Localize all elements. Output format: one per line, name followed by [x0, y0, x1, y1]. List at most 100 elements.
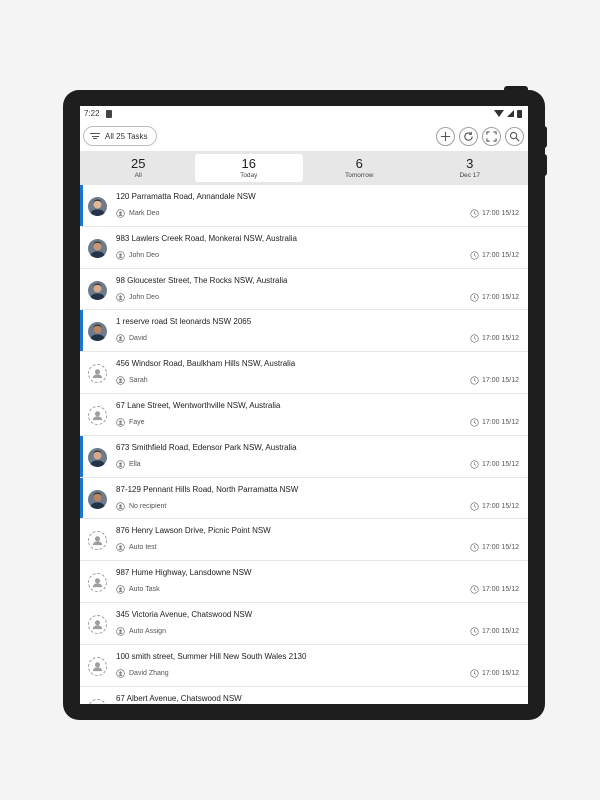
refresh-icon — [464, 131, 473, 141]
person-icon — [116, 669, 125, 678]
task-due: 17:00 15/12 — [470, 209, 519, 218]
person-icon — [116, 543, 125, 553]
due-time: 17:00 15/12 — [482, 210, 519, 217]
task-row[interactable]: 1 reserve road St leonards NSW 2065 Davi… — [80, 310, 528, 353]
sd-card-icon — [105, 109, 112, 118]
task-address: 87-129 Pennant Hills Road, North Parrama… — [116, 484, 299, 494]
person-placeholder-icon — [92, 369, 103, 379]
due-time: 17:00 15/12 — [482, 502, 519, 510]
task-recipient: Mark Deo — [116, 209, 159, 218]
recipient-avatar — [88, 322, 107, 342]
task-address: 98 Gloucester Street, The Rocks NSW, Aus… — [116, 275, 288, 285]
task-address: 120 Parramatta Road, Annandale NSW — [116, 192, 256, 201]
empty-avatar — [88, 405, 107, 425]
task-row[interactable]: 98 Gloucester Street, The Rocks NSW, Aus… — [80, 269, 528, 311]
task-due: 17:00 15/12 — [470, 418, 519, 427]
clock-icon — [470, 585, 479, 594]
task-row[interactable]: 345 Victoria Avenue, Chatswood NSW Auto … — [80, 603, 528, 645]
person-placeholder-icon — [96, 703, 99, 704]
recipient-name: Mark Deo — [129, 210, 160, 217]
empty-avatar — [88, 614, 107, 634]
person-placeholder-icon — [92, 536, 103, 546]
task-row[interactable]: 673 Smithfield Road, Edensor Park NSW, A… — [80, 435, 528, 478]
clock-icon — [470, 627, 479, 636]
task-due: 17:00 15/12 — [470, 460, 519, 469]
recipient-name: Sarah — [129, 377, 148, 385]
task-filter-label: All 25 Tasks — [105, 131, 148, 141]
recipient-name: Auto Task — [129, 586, 160, 594]
status-bar: 7:22 — [80, 106, 528, 121]
recipient-avatar — [88, 238, 107, 258]
task-row[interactable]: 983 Lawlers Creek Road, Monkerai NSW, Au… — [80, 227, 528, 269]
refresh-button[interactable] — [459, 126, 478, 146]
person-icon — [116, 376, 125, 385]
recipient-name: Faye — [129, 418, 145, 426]
tab-label: All — [134, 172, 142, 179]
task-recipient: Auto test — [116, 543, 157, 553]
task-due: 17:00 15/12 — [470, 292, 519, 302]
task-address: 345 Victoria Avenue, Chatswood NSW — [116, 609, 253, 619]
task-row[interactable]: 987 Hume Highway, Lansdowne NSW Auto Tas… — [80, 561, 528, 603]
tab-count: 6 — [355, 156, 363, 171]
person-placeholder-icon — [92, 620, 103, 630]
task-row[interactable]: 67 Albert Avenue, Chatswood NSW — [80, 687, 528, 704]
clock-icon — [470, 418, 479, 427]
filter-icon — [90, 133, 100, 139]
task-due: 17:00 15/12 — [470, 669, 519, 678]
tab-today[interactable]: 16 Today — [194, 154, 303, 182]
recipient-avatar — [88, 489, 107, 509]
toolbar: All 25 Tasks — [80, 121, 528, 151]
search-button[interactable] — [505, 126, 524, 146]
recipient-avatar — [88, 447, 107, 467]
add-task-button[interactable] — [436, 126, 455, 146]
task-recipient: Sarah — [116, 376, 148, 385]
task-row[interactable]: 67 Lane Street, Wentworthville NSW, Aust… — [80, 394, 528, 436]
person-icon — [116, 292, 125, 302]
tab-tomorrow[interactable]: 6 Tomorrow — [305, 154, 414, 182]
clock-icon — [470, 251, 479, 260]
wifi-icon — [494, 110, 504, 117]
task-address: 983 Lawlers Creek Road, Monkerai NSW, Au… — [116, 233, 297, 243]
due-time: 17:00 15/12 — [482, 586, 519, 594]
clock-icon — [470, 376, 479, 385]
recipient-name: Ella — [129, 460, 141, 468]
tab-all[interactable]: 25 All — [84, 154, 193, 182]
fullscreen-button[interactable] — [482, 126, 501, 146]
task-filter-button[interactable]: All 25 Tasks — [83, 126, 157, 146]
tab-dec-17[interactable]: 3 Dec 17 — [416, 154, 525, 182]
task-row[interactable]: 456 Windsor Road, Baulkham Hills NSW, Au… — [80, 352, 528, 394]
tab-count: 16 — [241, 156, 256, 171]
due-time: 17:00 15/12 — [482, 418, 519, 426]
due-time: 17:00 15/12 — [482, 335, 519, 343]
date-tabs: 25 All 16 Today 6 Tomorrow 3 Dec 17 — [80, 151, 528, 185]
person-icon — [116, 627, 125, 636]
person-icon — [116, 418, 125, 427]
task-row[interactable]: 87-129 Pennant Hills Road, North Parrama… — [80, 477, 528, 520]
priority-accent — [80, 435, 83, 477]
clock-icon — [470, 209, 479, 218]
task-recipient: David — [116, 334, 147, 344]
person-icon — [116, 334, 125, 344]
due-time: 17:00 15/12 — [482, 293, 519, 301]
recipient-name: No recipient — [129, 502, 167, 510]
tab-label: Tomorrow — [344, 172, 374, 179]
empty-avatar — [88, 531, 107, 551]
task-row[interactable]: 100 smith street, Summer Hill New South … — [80, 645, 528, 687]
recipient-name: John Deo — [129, 293, 159, 301]
tab-label: Today — [240, 172, 258, 179]
app-screen: 7:22 All 25 Tasks 25 All 16 Today 6 Tomo… — [80, 106, 528, 704]
task-due: 17:00 15/12 — [470, 585, 519, 594]
person-icon — [116, 460, 125, 469]
recipient-name: Auto Assign — [129, 627, 166, 635]
task-recipient: David Zhang — [116, 669, 169, 678]
person-icon — [116, 585, 125, 594]
empty-avatar — [88, 364, 107, 384]
task-row[interactable]: 120 Parramatta Road, Annandale NSW Mark … — [80, 185, 528, 227]
clock-icon — [470, 543, 479, 553]
clock-icon — [470, 669, 479, 678]
task-address: 67 Albert Avenue, Chatswood NSW — [116, 693, 242, 703]
person-placeholder-icon — [92, 578, 103, 588]
recipient-avatar — [88, 280, 107, 300]
task-row[interactable]: 876 Henry Lawson Drive, Picnic Point NSW… — [80, 519, 528, 562]
due-time: 17:00 15/12 — [482, 460, 519, 468]
